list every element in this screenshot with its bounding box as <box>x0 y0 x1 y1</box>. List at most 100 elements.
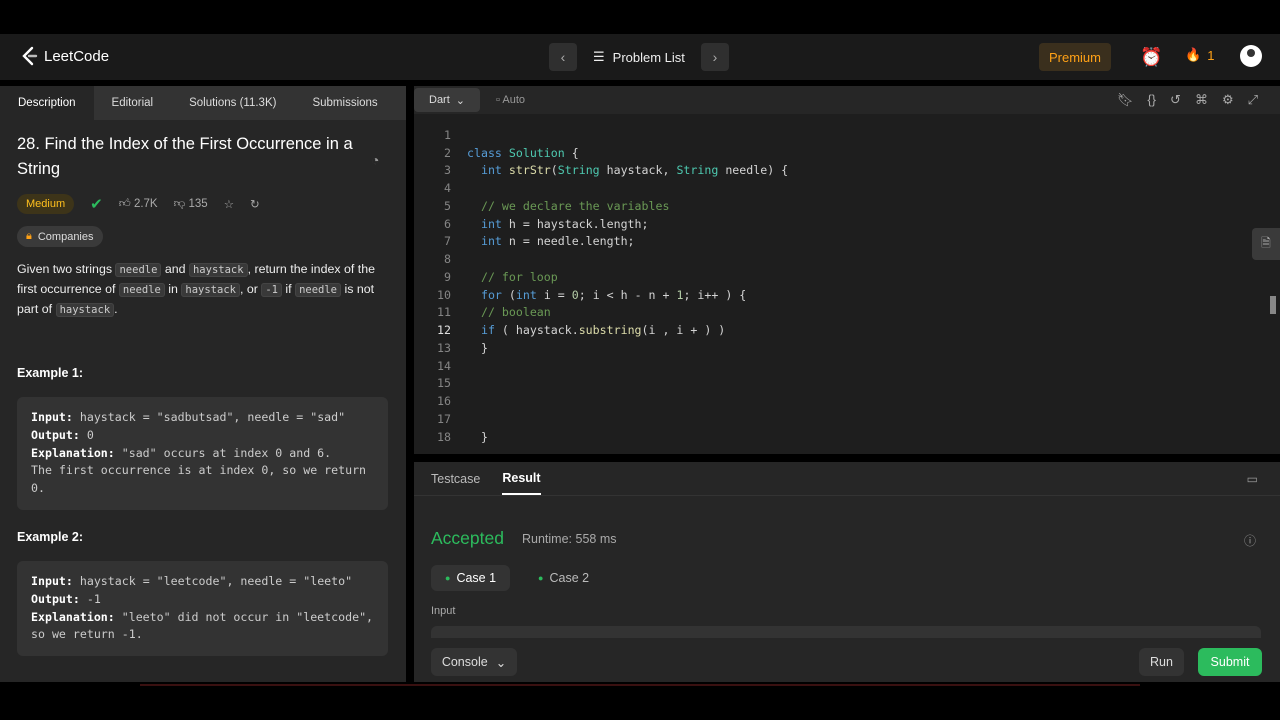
input-label: Input: <box>31 410 73 424</box>
input-label: Input: <box>31 574 73 588</box>
desc-code: needle <box>118 283 165 297</box>
code-line: 9 // for loop <box>444 269 558 284</box>
case-label: Case 1 <box>456 571 497 585</box>
info-icon[interactable]: ⓘ <box>1244 532 1256 549</box>
code-line: 7 int n = needle.length; <box>444 234 635 249</box>
command-icon[interactable]: ⌘ <box>1195 92 1208 108</box>
desc-text: if <box>281 282 296 296</box>
like-button[interactable]: 👍︎ 2.7K <box>119 197 158 211</box>
result-tabs: Testcase Result <box>414 462 1280 496</box>
desc-text: , or <box>239 282 262 296</box>
lock-icon: 🔒︎ <box>26 230 32 242</box>
tab-submissions[interactable]: Submissions <box>294 86 395 120</box>
code-line: 17 <box>437 411 451 426</box>
expand-icon[interactable]: ⤢ <box>1248 92 1258 108</box>
leetcode-logo[interactable]: LeetCode <box>20 46 109 66</box>
prev-problem-button[interactable]: ‹ <box>549 43 577 71</box>
example-2-box: Input: haystack = "leetcode", needle = "… <box>17 561 388 657</box>
output-value: 0 <box>79 427 94 442</box>
premium-button[interactable]: Premium <box>1039 43 1111 71</box>
reset-icon[interactable]: ↺ <box>1170 92 1181 108</box>
format-braces-icon[interactable]: {} <box>1147 92 1156 108</box>
code-line: 13 } <box>437 340 488 355</box>
code-line: 4 <box>444 181 451 196</box>
code-line: 1 <box>444 127 451 142</box>
dislikes-count: 135 <box>188 198 208 210</box>
language-select[interactable]: Dart ⌄ <box>414 88 480 112</box>
desc-text: Given two strings <box>17 262 116 276</box>
problem-list-label: Problem List <box>612 49 685 65</box>
output-value: -1 <box>79 591 101 606</box>
companies-label: Companies <box>37 230 94 243</box>
desc-code: haystack <box>181 283 240 297</box>
case-tabs: ● Case 1 ● Case 2 <box>431 565 603 591</box>
run-button[interactable]: Run <box>1139 648 1184 676</box>
input-label: Input <box>431 605 456 617</box>
bookmark-icon[interactable]: 🔖︎ <box>1117 92 1134 108</box>
problem-title: 28. Find the Index of the First Occurren… <box>17 135 353 178</box>
avatar[interactable] <box>1240 45 1262 67</box>
tab-result[interactable]: Result <box>502 463 541 495</box>
editor-scrollbar[interactable] <box>1270 296 1276 314</box>
code-line: 12 if ( haystack.substring(i , i + ) ) <box>437 323 726 338</box>
desc-text: and <box>161 262 189 276</box>
top-navbar: LeetCode ‹ ☰ Problem List › Premium ⏰ 🔥 … <box>0 34 1280 80</box>
settings-gear-icon[interactable]: ⚙ <box>1222 92 1234 108</box>
fire-icon: 🔥 <box>1185 47 1202 62</box>
example-1-heading: Example 1: <box>17 366 84 380</box>
next-problem-button[interactable]: › <box>701 43 729 71</box>
bottom-divider <box>140 684 1140 686</box>
desc-code: haystack <box>55 303 115 317</box>
difficulty-badge[interactable]: Medium <box>17 194 75 214</box>
star-icon[interactable]: ☆ <box>224 197 234 211</box>
code-line: 11 // boolean <box>437 305 551 320</box>
explanation-label: Explanation: <box>31 609 115 624</box>
time-icon[interactable]: ◔ <box>371 152 379 168</box>
result-panel: Testcase Result ▭ Accepted Runtime: 558 … <box>414 462 1280 682</box>
submit-button[interactable]: Submit <box>1198 648 1262 676</box>
code-line: 5 // we declare the variables <box>444 198 670 213</box>
panel-layout-icon[interactable]: ▭ <box>1247 472 1258 486</box>
desc-code: haystack <box>188 263 248 277</box>
code-line: 6 int h = haystack.length; <box>444 216 649 231</box>
code-line: 3 int strStr(String haystack, String nee… <box>444 163 789 178</box>
code-area[interactable]: 1 2 class Solution { 3 int strStr(String … <box>414 126 788 446</box>
tab-solutions[interactable]: Solutions (11.3K) <box>171 86 294 120</box>
share-icon[interactable]: ↻ <box>250 197 260 211</box>
dislike-button[interactable]: 👎︎ 135 <box>174 197 208 211</box>
alarm-clock-icon[interactable]: ⏰ <box>1140 47 1162 68</box>
description-panel: Description Editorial Solutions (11.3K) … <box>0 86 406 682</box>
tab-editorial[interactable]: Editorial <box>94 86 172 120</box>
desc-code: needle <box>115 263 162 277</box>
problem-list-button[interactable]: ☰ Problem List <box>577 43 701 71</box>
editor-actions: 🔖︎ {} ↺ ⌘ ⚙ ⤢ <box>1117 92 1258 108</box>
code-line: 16 <box>437 394 451 409</box>
problem-navigation: ‹ ☰ Problem List › <box>549 43 729 71</box>
auto-mode[interactable]: ▫ Auto <box>496 94 525 106</box>
companies-tag[interactable]: 🔒︎ Companies <box>17 226 103 247</box>
logo-text: LeetCode <box>44 47 110 65</box>
code-line: 18 } <box>437 429 488 444</box>
tab-case-2[interactable]: ● Case 2 <box>524 565 603 591</box>
pass-dot-icon: ● <box>445 573 451 583</box>
desc-text: . <box>114 302 118 316</box>
output-label: Output: <box>31 427 80 442</box>
input-value-box <box>431 626 1261 638</box>
code-line: 15 <box>437 376 451 391</box>
desc-code: needle <box>295 283 342 297</box>
leetcode-logo-icon <box>22 46 38 66</box>
document-icon[interactable]: 🗎 <box>1252 228 1280 260</box>
output-label: Output: <box>31 591 80 606</box>
input-value: haystack = "sadbutsad", needle = "sad" <box>72 410 346 424</box>
input-value: haystack = "leetcode", needle = "leeto" <box>72 574 353 588</box>
problem-meta: Medium ✔ 👍︎ 2.7K 👎︎ 135 ☆ ↻ <box>17 194 260 214</box>
console-label: Console <box>441 655 488 669</box>
tab-case-1[interactable]: ● Case 1 <box>431 565 511 591</box>
language-label: Dart <box>429 94 450 106</box>
auto-label: Auto <box>502 94 525 106</box>
pass-dot-icon: ● <box>538 573 544 583</box>
tab-description[interactable]: Description <box>0 86 94 120</box>
console-button[interactable]: Console ⌄ <box>431 648 517 676</box>
streak-counter[interactable]: 🔥 1 <box>1185 47 1214 63</box>
tab-testcase[interactable]: Testcase <box>431 464 480 494</box>
